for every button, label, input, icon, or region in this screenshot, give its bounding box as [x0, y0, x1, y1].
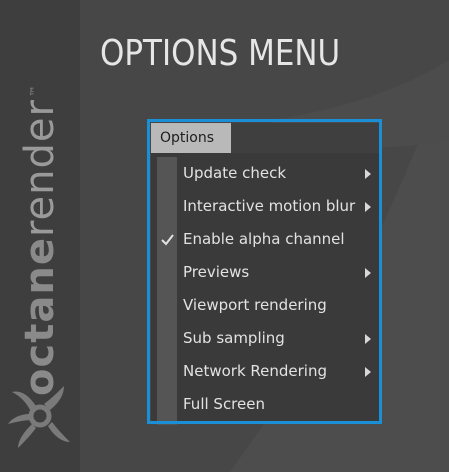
page-title: OPTIONS MENU — [100, 33, 341, 74]
highlight-frame — [147, 119, 382, 424]
trademark-symbol: ™ — [27, 84, 42, 98]
brand-wordmark-bold: octane — [17, 237, 63, 396]
brand-wordmark-light: render — [17, 99, 63, 238]
brand-sidebar: octanerender™ — [0, 0, 80, 472]
octane-logo-icon — [8, 386, 70, 448]
brand-wordmark: octanerender™ — [17, 84, 63, 396]
